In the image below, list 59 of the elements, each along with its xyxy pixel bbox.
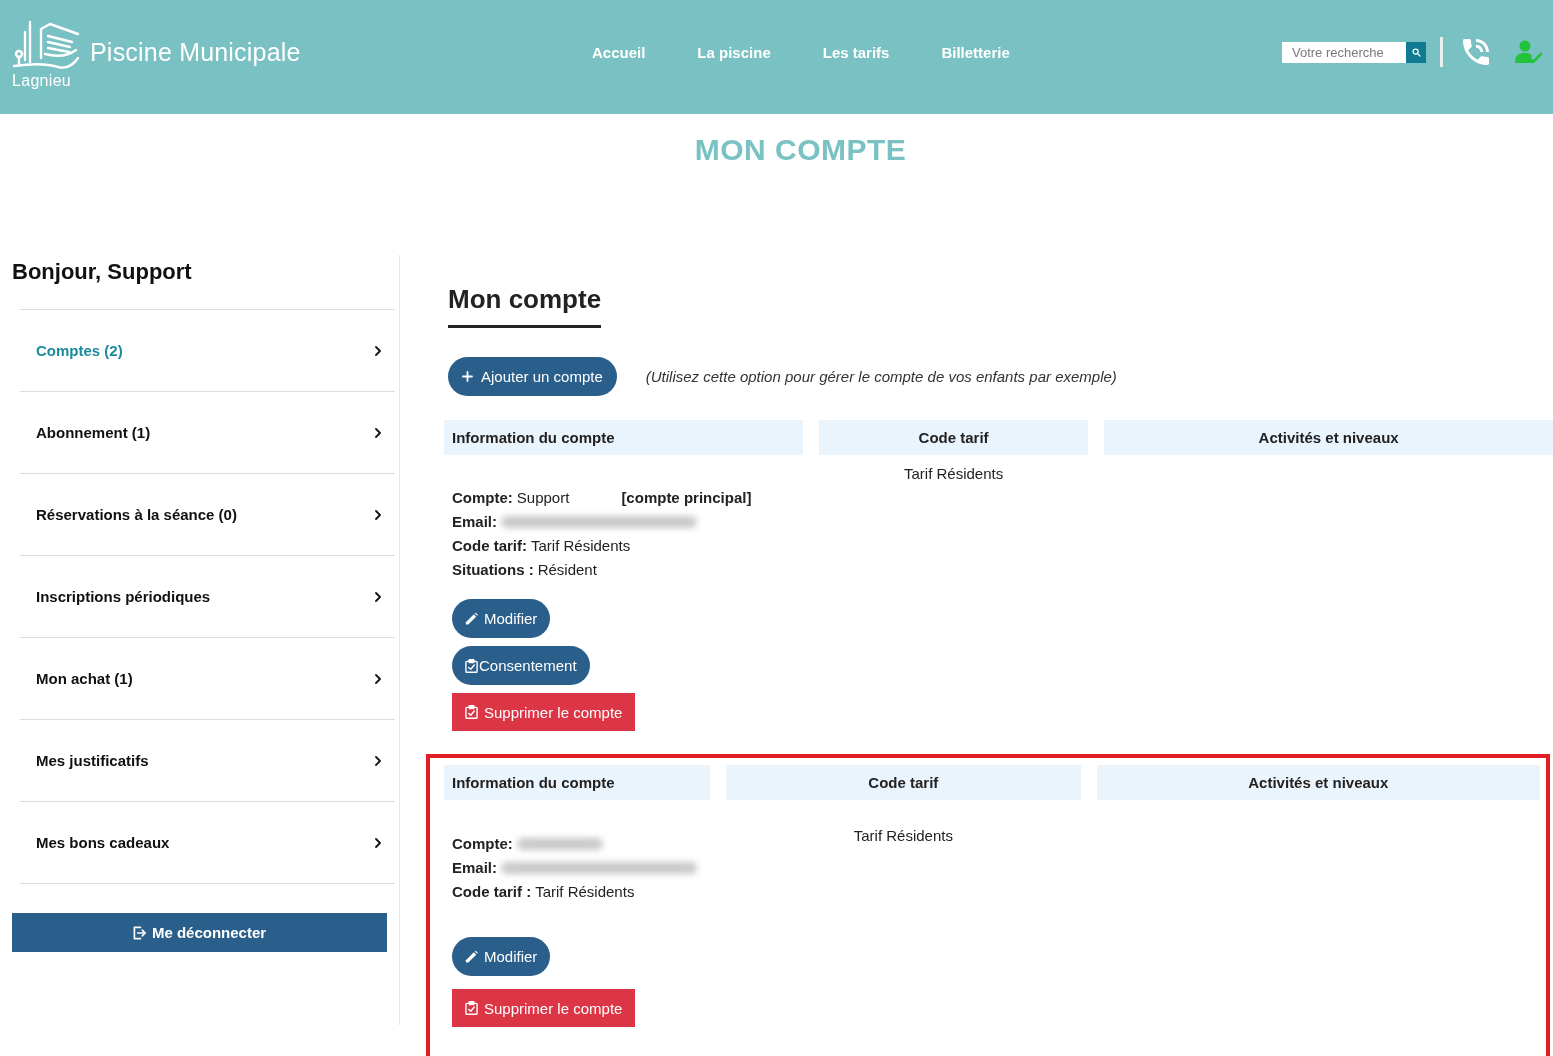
- sidebar-item[interactable]: Mes justificatifs: [20, 719, 395, 801]
- search-button[interactable]: [1406, 41, 1426, 63]
- field-label: Compte:: [452, 834, 513, 854]
- tarif-text: Tarif Résidents: [904, 465, 1004, 482]
- add-account-button[interactable]: Ajouter un compte: [448, 357, 617, 396]
- search-icon: [1411, 47, 1421, 57]
- sidebar-item[interactable]: Abonnement (1): [20, 391, 395, 473]
- sidebar-item[interactable]: Mon achat (1): [20, 637, 395, 719]
- clipboard-check-icon: [465, 705, 478, 719]
- page-title: MON COMPTE: [694, 132, 907, 168]
- chevron-right-icon: [375, 591, 381, 602]
- logo-icon: [12, 20, 80, 72]
- chevron-right-icon: [375, 837, 381, 848]
- column-header: Code tarif: [726, 765, 1081, 800]
- chevron-right-icon: [375, 509, 381, 520]
- field-label: Code tarif :: [452, 882, 532, 902]
- clipboard-check-icon: [465, 658, 478, 673]
- sidebar-item[interactable]: Comptes (2): [20, 309, 395, 391]
- sidebar-item[interactable]: Mes bons cadeaux: [20, 801, 395, 883]
- column-header: Activités et niveaux: [1104, 420, 1553, 455]
- field-label: Code tarif:: [452, 536, 527, 556]
- section-heading: Mon compte: [448, 283, 602, 328]
- tarif-text: Tarif Résidents: [853, 827, 953, 844]
- consent-button[interactable]: Consentement: [452, 646, 590, 685]
- greeting-text: Bonjour, Support: [12, 258, 192, 286]
- column-header: Information du compte: [444, 420, 803, 455]
- hint-text: (Utilisez cette option pour gérer le compte de vos enfants par exemple): [645, 368, 1117, 385]
- column-header: Activités et niveaux: [1096, 765, 1540, 800]
- plus-icon: [462, 371, 473, 382]
- column-header: Code tarif: [819, 420, 1089, 455]
- column-header: Information du compte: [444, 765, 710, 800]
- user-check-icon[interactable]: [1515, 40, 1542, 64]
- delete-button[interactable]: Supprimer le compte: [452, 693, 636, 731]
- field-value: Tarif Résidents: [531, 536, 631, 556]
- chevron-right-icon: [375, 755, 381, 766]
- field-value: Support: [516, 488, 570, 508]
- logout-button[interactable]: Me déconnecter: [12, 913, 387, 952]
- field-value: Tarif Résidents: [535, 882, 635, 902]
- tag-text: [compte principal]: [621, 488, 752, 508]
- phone-icon[interactable]: [1463, 39, 1489, 65]
- edit-button[interactable]: Modifier: [452, 937, 551, 976]
- edit-button[interactable]: Modifier: [452, 599, 551, 638]
- sidebar-item[interactable]: Réservations à la séance (0): [20, 473, 395, 555]
- delete-button[interactable]: Supprimer le compte: [452, 989, 636, 1027]
- sidebar-item[interactable]: Inscriptions périodiques: [20, 555, 395, 637]
- chevron-right-icon: [375, 345, 381, 356]
- clipboard-check-icon: [465, 1001, 478, 1015]
- field-label: Email:: [452, 512, 497, 532]
- field-label: Situations :: [452, 560, 534, 580]
- field-label: Email:: [452, 858, 497, 878]
- logout-icon: [132, 925, 146, 940]
- pencil-icon: [465, 949, 478, 964]
- chevron-right-icon: [375, 427, 381, 438]
- chevron-right-icon: [375, 673, 381, 684]
- search-field[interactable]: Votre recherche: [1282, 41, 1406, 63]
- pencil-icon: [465, 611, 478, 626]
- field-label: Compte:: [452, 488, 513, 508]
- field-value: Résident: [537, 560, 597, 580]
- logo-town-text: Lagnieu: [12, 72, 72, 90]
